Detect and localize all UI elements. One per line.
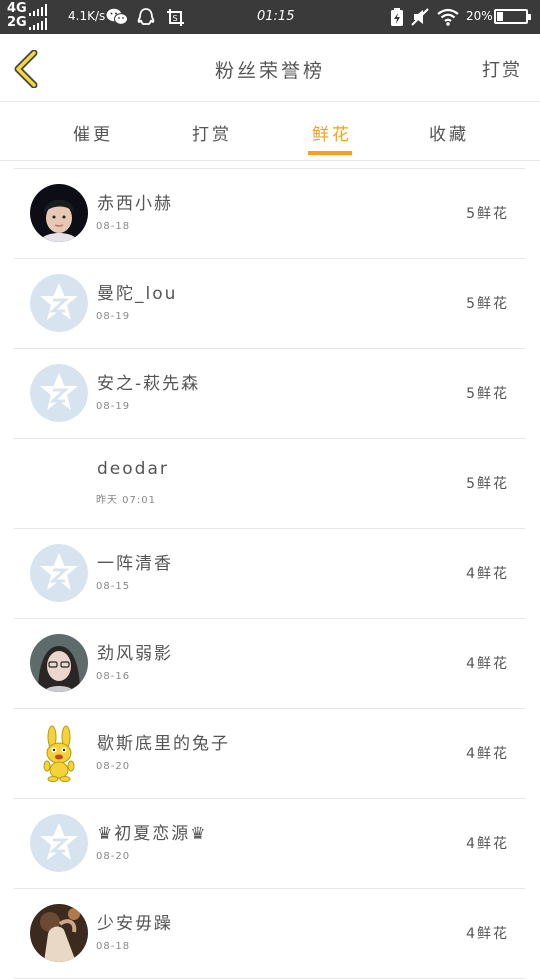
item-date: 08-20 (96, 851, 131, 862)
list-item[interactable]: 少安毋躁 08-18 4鲜花 (14, 889, 525, 979)
signal-icon (28, 18, 47, 30)
avatar[interactable] (30, 814, 88, 872)
list-item[interactable]: 一阵清香 08-15 4鲜花 (14, 529, 525, 619)
user-name: 曼陀_lou (97, 284, 178, 304)
list-item[interactable]: 歇斯底里的兔子 08-20 4鲜花 (14, 709, 525, 799)
list-item[interactable]: 赤西小赫 08-18 5鲜花 (14, 169, 525, 259)
avatar[interactable] (30, 274, 88, 332)
item-date: 08-19 (96, 311, 131, 322)
avatar[interactable] (30, 634, 88, 692)
battery-percent: 20% (466, 9, 493, 23)
list-item[interactable]: 劲风弱影 08-16 4鲜花 (14, 619, 525, 709)
tab-urge[interactable]: 催更 (73, 120, 113, 145)
item-date: 08-19 (96, 401, 131, 412)
clock: 01:15 (257, 9, 295, 24)
wechat-icon (106, 8, 128, 25)
wifi-icon (437, 8, 459, 26)
user-name: 赤西小赫 (97, 194, 173, 214)
user-name: 一阵清香 (97, 554, 173, 574)
status-bar: 4G 2G 4.1K/s S 01:15 20% (0, 0, 540, 34)
avatar[interactable] (30, 904, 88, 962)
item-date: 08-15 (96, 581, 131, 592)
item-date: 08-16 (96, 671, 131, 682)
signal-icon (28, 4, 47, 16)
flower-count: 4鲜花 (466, 926, 509, 942)
default-avatar-icon (30, 274, 88, 332)
network-indicator: 4G 2G (7, 2, 47, 30)
user-name: ♛初夏恋源♛ (97, 824, 208, 844)
bunny-icon (43, 725, 75, 782)
qq-icon (137, 8, 155, 25)
flower-count: 5鲜花 (466, 476, 509, 492)
flower-count: 4鲜花 (466, 836, 509, 852)
user-name: 少安毋躁 (97, 914, 173, 934)
item-date: 08-18 (96, 941, 131, 952)
svg-text:S: S (173, 14, 178, 23)
avatar[interactable] (30, 544, 88, 602)
list-item[interactable]: 安之-萩先森 08-19 5鲜花 (14, 349, 525, 439)
user-name: 劲风弱影 (97, 644, 173, 664)
page-title: 粉丝荣誉榜 (214, 60, 325, 82)
network-speed: 4.1K/s (68, 9, 106, 23)
battery-icon (494, 9, 531, 24)
tab-reward[interactable]: 打赏 (192, 120, 232, 145)
item-date: 昨天 07:01 (96, 495, 156, 506)
app-header: 粉丝荣誉榜 打赏 (0, 34, 540, 102)
list-item[interactable]: deodar 昨天 07:01 5鲜花 (14, 439, 525, 529)
user-name: 安之-萩先森 (97, 374, 201, 394)
list-item[interactable]: 曼陀_lou 08-19 5鲜花 (14, 259, 525, 349)
flower-count: 5鲜花 (466, 296, 509, 312)
network-type-top: 4G (7, 1, 27, 16)
default-avatar-icon (30, 544, 88, 602)
network-type-bottom: 2G (7, 15, 27, 30)
avatar[interactable] (30, 724, 88, 782)
list-item[interactable]: ♛初夏恋源♛ 08-20 4鲜花 (14, 799, 525, 889)
flower-count: 4鲜花 (466, 746, 509, 762)
default-avatar-icon (30, 364, 88, 422)
user-name: 歇斯底里的兔子 (97, 734, 230, 754)
screenshot-icon: S (167, 9, 184, 26)
tab-flowers[interactable]: 鲜花 (312, 120, 352, 145)
flower-count: 4鲜花 (466, 656, 509, 672)
avatar[interactable] (30, 184, 88, 242)
mute-icon (411, 8, 429, 26)
flower-count: 5鲜花 (466, 386, 509, 402)
flower-count: 4鲜花 (466, 566, 509, 582)
fan-ranking-list: 赤西小赫 08-18 5鲜花 曼陀_lou 08-19 5鲜花 安之-萩先森 0… (0, 169, 540, 979)
user-name: deodar (97, 459, 169, 479)
item-date: 08-20 (96, 761, 131, 772)
active-tab-indicator (308, 151, 352, 155)
flower-count: 5鲜花 (466, 206, 509, 222)
battery-saver-icon (391, 8, 403, 26)
avatar[interactable] (30, 364, 88, 422)
item-date: 08-18 (96, 221, 131, 232)
reward-button[interactable]: 打赏 (482, 56, 522, 82)
tab-bar: 催更 打赏 鲜花 收藏 (0, 102, 540, 161)
tab-favorites[interactable]: 收藏 (429, 120, 469, 145)
default-avatar-icon (30, 814, 88, 872)
